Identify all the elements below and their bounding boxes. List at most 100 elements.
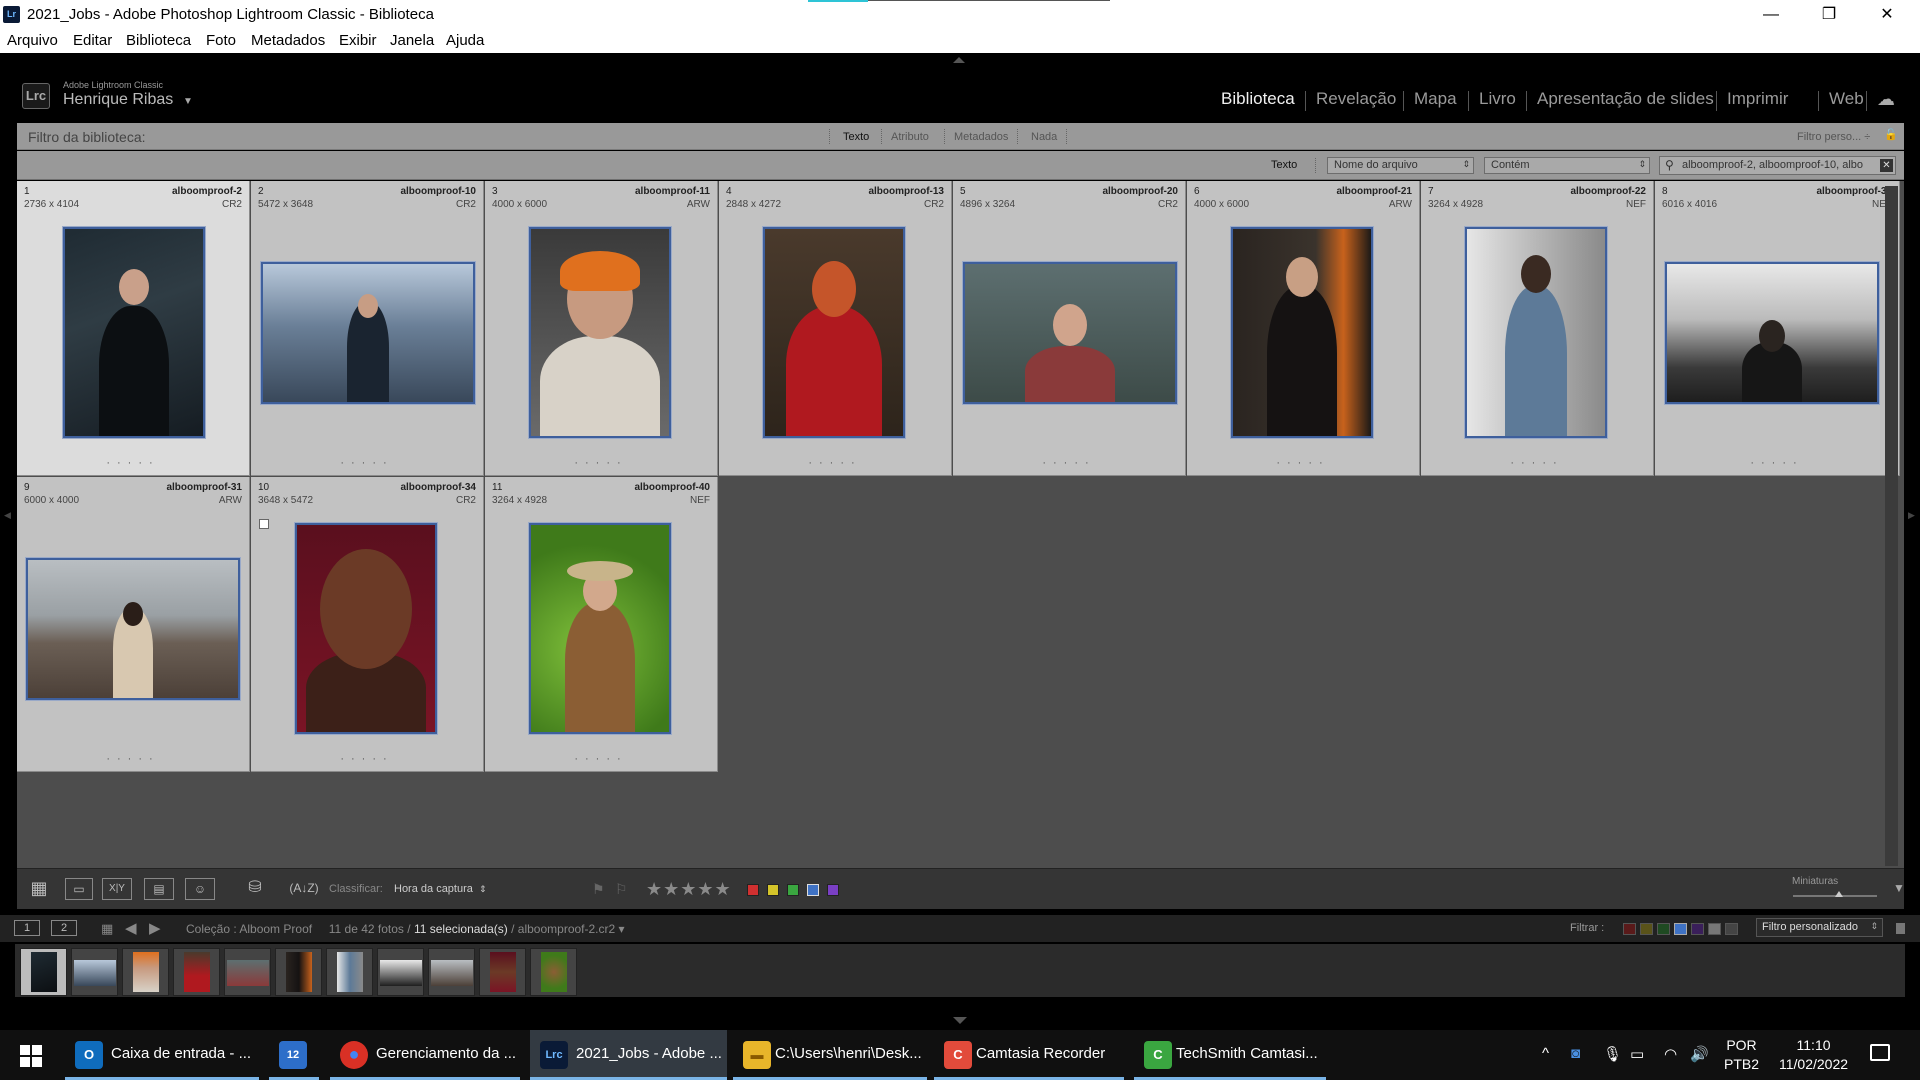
grid-cell[interactable]: 4 2848 x 4272 alboomproof-13 CR2 ·····	[719, 181, 952, 476]
grid-cell[interactable]: 3 4000 x 6000 alboomproof-11 ARW ·····	[485, 181, 718, 476]
close-button[interactable]: ✕	[1858, 0, 1916, 29]
module-biblioteca[interactable]: Biblioteca	[1221, 89, 1295, 109]
module-livro[interactable]: Livro	[1479, 89, 1516, 109]
color-label-yellow[interactable]	[767, 884, 779, 896]
window-2-button[interactable]: 2	[51, 920, 77, 936]
filmstrip-thumb[interactable]	[377, 948, 424, 996]
volume-icon[interactable]: 🔊	[1690, 1045, 1709, 1063]
grid-cell[interactable]: 2 5472 x 3648 alboomproof-10 CR2 ·····	[251, 181, 484, 476]
wifi-icon[interactable]: ◠	[1664, 1045, 1677, 1063]
loupe-view-icon[interactable]: ▭	[65, 878, 93, 900]
photo-thumbnail[interactable]	[528, 522, 672, 735]
task-camtasia[interactable]: C TechSmith Camtasi...	[1134, 1030, 1326, 1080]
rating-dots[interactable]: ·····	[485, 753, 717, 765]
photo-thumbnail[interactable]	[962, 261, 1178, 405]
top-panel-collapse-icon[interactable]	[953, 57, 965, 63]
color-label-red[interactable]	[747, 884, 759, 896]
module-imprimir[interactable]: Imprimir	[1727, 89, 1788, 109]
minimize-button[interactable]: —	[1742, 0, 1800, 29]
photo-thumbnail[interactable]	[25, 557, 241, 701]
rating-dots[interactable]: ·····	[485, 457, 717, 469]
toolbar-menu-icon[interactable]: ▼	[1893, 881, 1905, 895]
rating-dots[interactable]: ·····	[1187, 457, 1419, 469]
grid-scrollbar[interactable]	[1885, 186, 1898, 866]
filmstrip-thumb[interactable]	[173, 948, 220, 996]
color-label-purple[interactable]	[827, 884, 839, 896]
task-chrome[interactable]: ● Gerenciamento da ...	[330, 1030, 520, 1080]
color-label-blue[interactable]	[807, 884, 819, 896]
grid-cell[interactable]: 6 4000 x 6000 alboomproof-21 ARW ·····	[1187, 181, 1420, 476]
menu-foto[interactable]: Foto	[206, 32, 236, 49]
rating-dots[interactable]: ·····	[719, 457, 951, 469]
rating-dots[interactable]: ·····	[251, 753, 483, 765]
menu-exibir[interactable]: Exibir	[339, 32, 377, 49]
task-file-explorer-group[interactable]: 12	[269, 1030, 319, 1080]
microphone-icon[interactable]: 🎙	[1603, 1045, 1622, 1063]
menu-editar[interactable]: Editar	[73, 32, 112, 49]
sort-select[interactable]: Hora da captura	[394, 883, 473, 895]
bottom-panel-collapse-icon[interactable]	[953, 1017, 967, 1024]
tab-nada[interactable]: Nada	[1031, 131, 1057, 143]
filmstrip-thumb[interactable]	[428, 948, 475, 996]
filter-purple-swatch[interactable]	[1691, 923, 1704, 935]
menu-janela[interactable]: Janela	[390, 32, 434, 49]
rule-select[interactable]: Contém ⇕	[1484, 157, 1650, 174]
survey-view-icon[interactable]: ▤	[144, 878, 174, 900]
user-name[interactable]: Henrique Ribas	[63, 91, 173, 109]
filter-custom-swatch[interactable]	[1708, 923, 1721, 935]
photo-thumbnail[interactable]	[294, 522, 438, 735]
photo-thumbnail[interactable]	[1664, 261, 1880, 405]
grid-view-icon[interactable]: ▦	[24, 878, 54, 900]
filmstrip-thumb[interactable]	[224, 948, 271, 996]
language-indicator[interactable]: POR PTB2	[1724, 1036, 1759, 1074]
grid-cell[interactable]: 1 2736 x 4104 alboomproof-2 CR2 ·····	[17, 181, 250, 476]
updown-icon[interactable]: ⇕	[479, 884, 487, 895]
photo-thumbnail[interactable]	[762, 226, 906, 439]
grid-cell[interactable]: 9 6000 x 4000 alboomproof-31 ARW ·····	[17, 477, 250, 772]
cloud-sync-icon[interactable]: ☁	[1877, 89, 1895, 110]
module-web[interactable]: Web	[1829, 89, 1864, 109]
lock-icon[interactable]	[1896, 923, 1905, 934]
task-file-explorer[interactable]: ▬ C:\Users\henri\Desk...	[733, 1030, 927, 1080]
photo-thumbnail[interactable]	[62, 226, 206, 439]
outlook-tray-icon[interactable]: ◙	[1571, 1045, 1580, 1062]
module-revelacao[interactable]: Revelação	[1316, 89, 1396, 109]
menu-biblioteca[interactable]: Biblioteca	[126, 32, 191, 49]
chevron-up-icon[interactable]: ^	[1542, 1045, 1549, 1062]
grid-icon[interactable]: ▦	[101, 921, 113, 937]
color-label-green[interactable]	[787, 884, 799, 896]
menu-ajuda[interactable]: Ajuda	[446, 32, 484, 49]
clear-icon[interactable]: ✕	[1880, 159, 1893, 172]
grid-cell[interactable]: 7 3264 x 4928 alboomproof-22 NEF ·····	[1421, 181, 1654, 476]
filter-yellow-swatch[interactable]	[1640, 923, 1653, 935]
forward-arrow-icon[interactable]: ▶	[149, 919, 161, 937]
tab-texto[interactable]: Texto	[843, 131, 869, 143]
chevron-down-icon[interactable]: ▾	[619, 922, 625, 936]
flag-icon[interactable]	[259, 519, 269, 529]
filename-search-input[interactable]: ⚲ alboomproof-2, alboomproof-10, albo ✕	[1659, 156, 1896, 175]
photo-thumbnail[interactable]	[528, 226, 672, 439]
back-arrow-icon[interactable]: ◀	[125, 919, 137, 937]
module-mapa[interactable]: Mapa	[1414, 89, 1457, 109]
compare-view-icon[interactable]: X|Y	[102, 878, 132, 900]
task-outlook[interactable]: O Caixa de entrada - ...	[65, 1030, 259, 1080]
windows-start-icon[interactable]	[20, 1045, 42, 1067]
filmstrip-thumb[interactable]	[479, 948, 526, 996]
filmstrip-source[interactable]: Coleção : Alboom Proof 11 de 42 fotos / …	[186, 922, 625, 936]
star-rating[interactable]: ★★★★★	[646, 879, 732, 900]
chevron-down-icon[interactable]: ▼	[183, 96, 193, 107]
filter-green-swatch[interactable]	[1657, 923, 1670, 935]
filter-blue-swatch[interactable]	[1674, 923, 1687, 935]
filmstrip-thumb[interactable]	[122, 948, 169, 996]
photo-thumbnail[interactable]	[1230, 226, 1374, 439]
rating-dots[interactable]: ·····	[17, 753, 249, 765]
pick-flag-icon[interactable]: ⚑	[592, 881, 605, 898]
grid-cell[interactable]: 8 6016 x 4016 alboomproof-30 NEF ·····	[1655, 181, 1900, 476]
filmstrip-thumb[interactable]	[71, 948, 118, 996]
photo-thumbnail[interactable]	[260, 261, 476, 405]
photo-thumbnail[interactable]	[1464, 226, 1608, 439]
rating-dots[interactable]: ·····	[251, 457, 483, 469]
filmstrip-thumb[interactable]	[20, 948, 67, 996]
task-camtasia-recorder[interactable]: C Camtasia Recorder	[934, 1030, 1124, 1080]
filmstrip-thumb[interactable]	[326, 948, 373, 996]
